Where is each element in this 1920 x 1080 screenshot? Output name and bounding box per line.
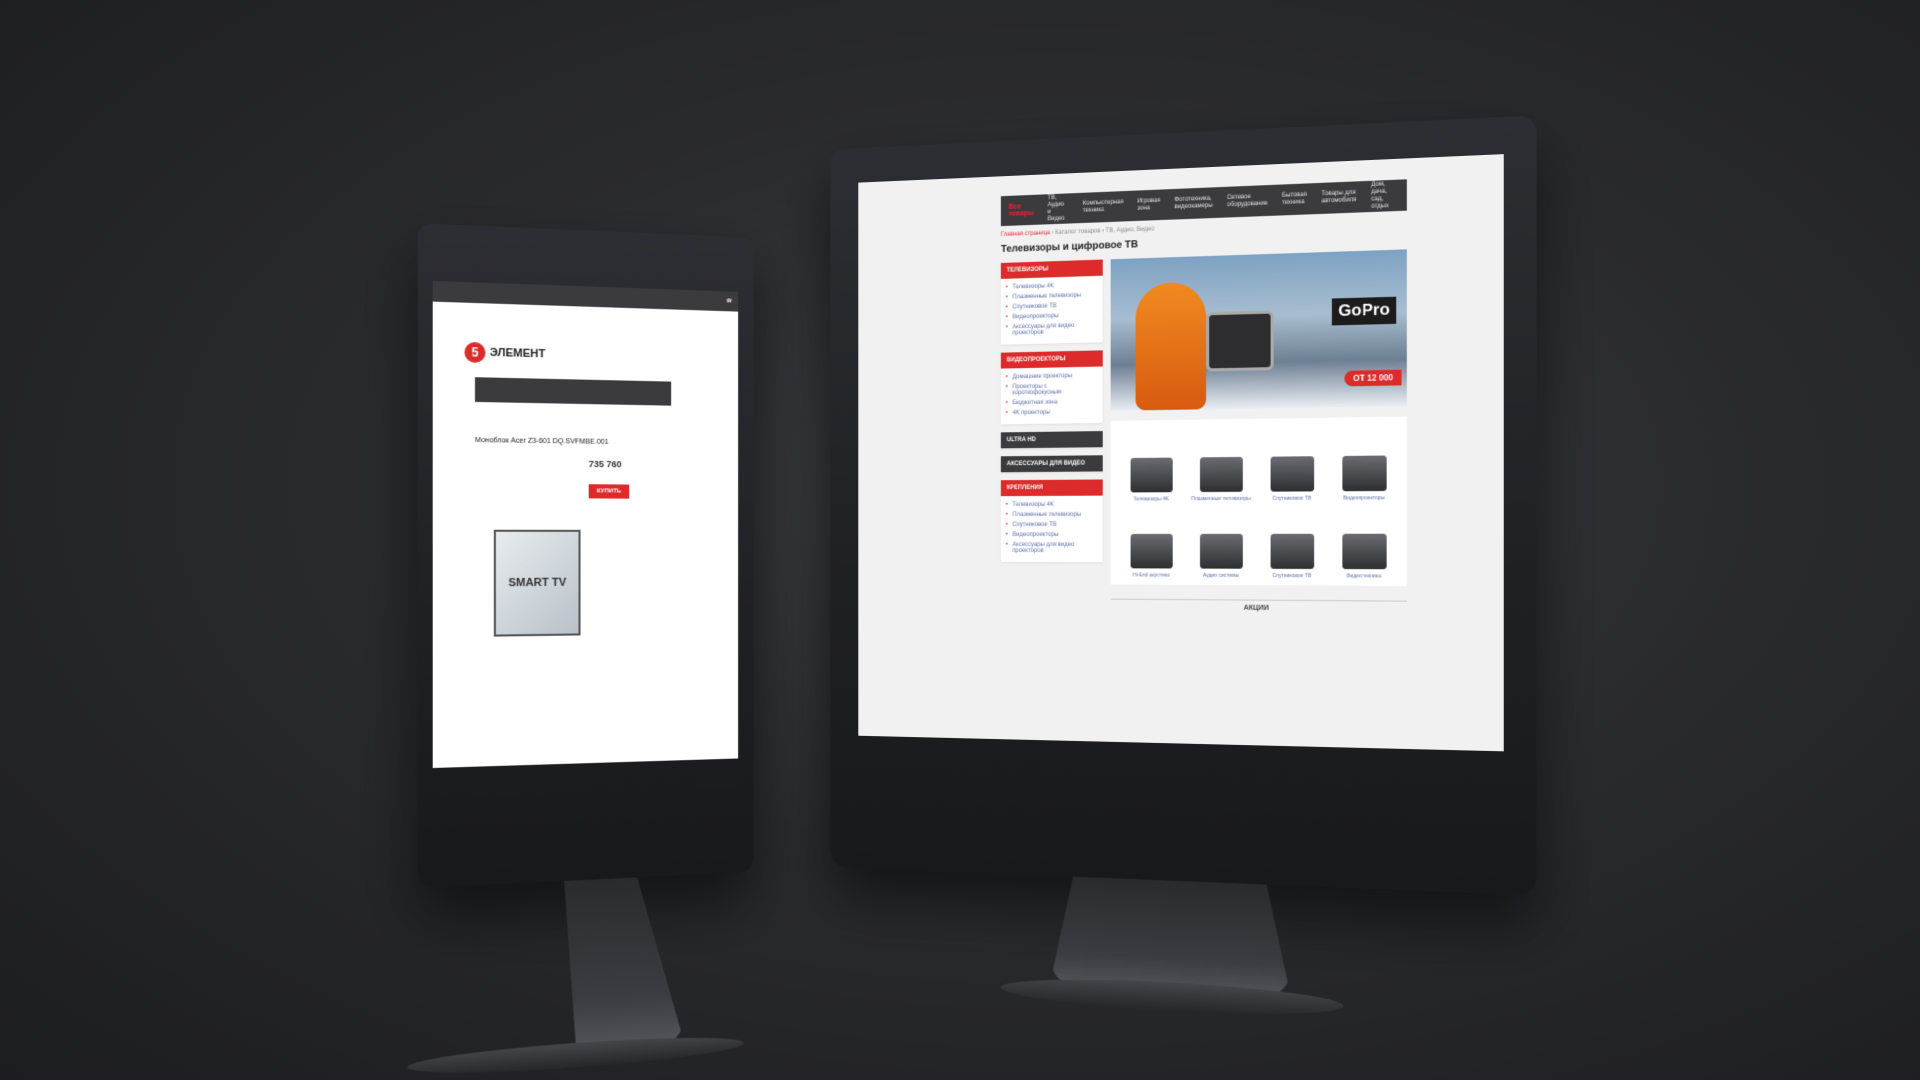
tile[interactable]: Спутниковое ТВ <box>1256 424 1328 502</box>
store-logo[interactable]: 5 ЭЛЕМЕНТ <box>464 342 545 365</box>
sidebar-link[interactable]: Плазменные телевизоры <box>1013 290 1097 303</box>
tile-image <box>1270 534 1314 569</box>
sidebar-link[interactable]: 4K проекторы <box>1013 407 1097 418</box>
tile-image <box>1342 456 1386 492</box>
climber-image <box>1136 282 1207 411</box>
left-product-page: ☎ 5 ЭЛЕМЕНТ Моноблок Acer Z3-601 DQ.SVFM… <box>433 281 738 768</box>
left-monitor: ☎ 5 ЭЛЕМЕНТ Моноблок Acer Z3-601 DQ.SVFM… <box>418 223 754 888</box>
product-price: 735 760 <box>589 459 622 469</box>
phone-icon: ☎ <box>726 298 732 304</box>
logo-name: ЭЛЕМЕНТ <box>490 347 546 361</box>
tile[interactable]: Видеопроекторы <box>1328 423 1401 502</box>
sidebar-link[interactable]: Спутниковое ТВ <box>1013 520 1097 530</box>
tile-image <box>1342 534 1386 569</box>
breadcrumb-tv[interactable]: ТВ, Аудио, Видео <box>1106 226 1155 234</box>
sidebar-link[interactable]: Телевизоры 4K <box>1013 500 1097 510</box>
camera-image <box>1206 310 1274 371</box>
sidebar-link[interactable]: Проекторы с короткофокусным <box>1013 381 1097 399</box>
buy-button[interactable]: КУПИТЬ <box>589 484 630 498</box>
tile[interactable]: Телевизоры 4K <box>1117 426 1186 503</box>
tile-image <box>1130 534 1172 569</box>
sidebar-link[interactable]: Бюджетная зона <box>1013 397 1097 408</box>
promotions-heading: АКЦИИ <box>1111 599 1407 614</box>
nav-item-gaming[interactable]: Игровая зона <box>1137 198 1160 213</box>
tile[interactable]: Спутниковое ТВ <box>1256 502 1328 580</box>
scene: ☎ 5 ЭЛЕМЕНТ Моноблок Acer Z3-601 DQ.SVFM… <box>0 0 1920 1080</box>
logo-badge: 5 <box>464 342 485 363</box>
category-tiles: Телевизоры 4K Плазменные телевизоры Спут… <box>1111 417 1407 586</box>
tile-image <box>1270 456 1314 491</box>
tile-label: Видеотехника <box>1347 573 1381 579</box>
tile-label: Аудио системы <box>1203 573 1239 579</box>
sidebar-link[interactable]: Аксессуары для видео проекторов <box>1013 320 1097 338</box>
main-content: GoPro ОТ 12 000 Телевизоры 4K Плазменные… <box>1111 249 1407 613</box>
promo-banner[interactable]: GoPro ОТ 12 000 <box>1111 249 1407 410</box>
sidebar-link[interactable]: Видеопроекторы <box>1013 310 1097 322</box>
tile-label: Плазменные телевизоры <box>1191 496 1251 502</box>
sidebar-link[interactable]: Телевизоры 4K <box>1013 280 1097 293</box>
tile[interactable]: Видеотехника <box>1328 501 1401 579</box>
tile[interactable]: Аудио системы <box>1186 502 1256 579</box>
sidebar-link[interactable]: Плазменные телевизоры <box>1013 510 1097 520</box>
right-monitor: Все товары ТВ, Аудио и Видео Компьютерна… <box>830 116 1536 896</box>
nav-item-home[interactable]: Дом, дача, сад, отдых <box>1371 181 1398 211</box>
tile-image <box>1199 457 1242 492</box>
nav-item-tv[interactable]: ТВ, Аудио и Видео <box>1048 194 1069 223</box>
tile-image <box>1130 458 1172 493</box>
breadcrumb-home[interactable]: Главная страница <box>1001 230 1050 238</box>
product-title: Моноблок Acer Z3-601 DQ.SVFMBE.001 <box>475 437 609 446</box>
sidebar-link[interactable]: Домашние проекторы <box>1013 371 1097 383</box>
left-stand <box>564 875 685 1054</box>
tile-label: Телевизоры 4K <box>1133 496 1169 502</box>
smart-tv-label: SMART TV <box>508 577 566 590</box>
tile-label: Спутниковое ТВ <box>1272 496 1311 502</box>
nav-item-appliances[interactable]: Бытовая техника <box>1282 192 1307 207</box>
tile-label: Видеопроекторы <box>1343 495 1384 501</box>
nav-item-auto[interactable]: Товары для автомобиля <box>1321 190 1356 206</box>
nav-item-photo[interactable]: Фототехника, видеокамеры <box>1174 196 1212 212</box>
tile[interactable]: Hi-End акустика <box>1117 502 1186 578</box>
tile-label: Hi-End акустика <box>1133 572 1170 578</box>
tile-label: Спутниковое ТВ <box>1272 573 1311 579</box>
sidebar-link[interactable]: Спутниковое ТВ <box>1013 300 1097 312</box>
tile[interactable]: Плазменные телевизоры <box>1186 425 1256 502</box>
sidebar-link[interactable]: Видеопроекторы <box>1013 530 1097 540</box>
nav-catalog[interactable]: Все товары <box>1009 203 1034 218</box>
product-image[interactable]: SMART TV <box>494 530 581 637</box>
left-monitor-screen: ☎ 5 ЭЛЕМЕНТ Моноблок Acer Z3-601 DQ.SVFM… <box>433 281 738 768</box>
sidebar-link[interactable]: Аксессуары для видео проекторов <box>1013 540 1097 556</box>
left-main-nav[interactable] <box>475 377 671 405</box>
tile-image <box>1199 534 1242 569</box>
nav-item-network[interactable]: Сетевое оборудование <box>1227 193 1268 209</box>
nav-item-computers[interactable]: Компьютерная техника <box>1083 199 1124 215</box>
